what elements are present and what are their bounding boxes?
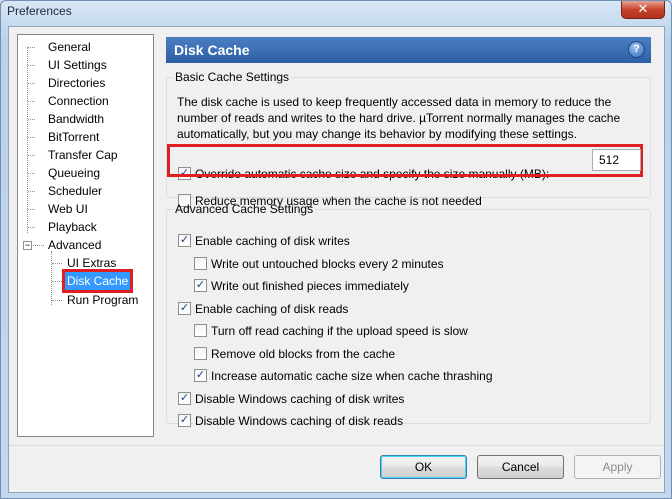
tree-item-label: Web UI [48,202,88,216]
tree-item-label: UI Settings [48,58,107,72]
advanced-cache-settings-legend: Advanced Cache Settings [175,202,314,216]
tree-item-label: Run Program [67,293,139,307]
tree-connector [28,83,35,84]
tree-connector [52,281,62,282]
tree-item-label: BitTorrent [48,130,100,144]
close-button[interactable]: ✕ [621,1,665,19]
disable-windows-read-caching-label: Disable Windows caching of disk reads [195,414,404,428]
disable-windows-read-caching-checkbox[interactable]: ✓ [178,414,191,427]
tree-item-label: Bandwidth [48,112,105,126]
tree-connector [52,263,62,264]
override-highlight-frame [167,144,643,177]
disable-windows-write-caching-checkbox[interactable]: ✓ [178,392,191,405]
tree-connector [28,65,35,66]
tree-line [27,47,28,233]
write-untouched-blocks-checkbox[interactable] [194,257,207,270]
tree-item-label: Transfer Cap [48,148,118,162]
preferences-window: Preferences ✕ General UI Settings Direct… [0,0,672,499]
write-untouched-blocks-option[interactable]: Write out untouched blocks every 2 minut… [194,256,574,272]
preferences-tree[interactable]: General UI Settings Directories Connecti… [17,34,154,437]
turn-off-read-caching-checkbox[interactable] [194,324,207,337]
tree-item-label: Directories [48,76,106,90]
tree-item-label: Advanced [48,238,102,252]
tree-connector [28,191,35,192]
increase-cache-size-checkbox[interactable]: ✓ [194,369,207,382]
button-separator [9,445,664,446]
tree-item-label: General [48,40,91,54]
tree-item-label: UI Extras [67,256,117,270]
cache-size-input[interactable] [592,149,641,171]
enable-read-caching-label: Enable caching of disk reads [195,302,349,316]
enable-read-caching-checkbox[interactable]: ✓ [178,302,191,315]
help-icon[interactable]: ? [628,41,645,58]
write-finished-pieces-checkbox[interactable]: ✓ [194,279,207,292]
window-title: Preferences [7,4,72,18]
remove-old-blocks-checkbox[interactable] [194,347,207,360]
apply-button[interactable]: Apply [574,455,661,479]
tree-connector [52,300,62,301]
enable-read-caching-option[interactable]: ✓ Enable caching of disk reads [178,301,558,317]
disable-windows-write-caching-label: Disable Windows caching of disk writes [195,392,405,406]
write-finished-pieces-option[interactable]: ✓ Write out finished pieces immediately [194,278,574,294]
tree-connector [28,47,35,48]
tree-item-label: Disk Cache [61,269,134,293]
tree-connector [28,227,35,228]
basic-cache-settings-legend: Basic Cache Settings [175,70,290,84]
title-bar[interactable]: Preferences ✕ [1,1,671,23]
dialog-client: General UI Settings Directories Connecti… [8,26,665,493]
basic-cache-settings-group: Basic Cache Settings The disk cache is u… [166,70,651,208]
cancel-button[interactable]: Cancel [477,455,564,479]
panel-header: Disk Cache ? [166,37,651,63]
tree-connector [28,173,35,174]
tree-item-label: Queueing [48,166,101,180]
tree-item-label: Playback [48,220,97,234]
tree-item-label: Scheduler [48,184,103,198]
tree-line [51,251,52,305]
disable-windows-read-caching-option[interactable]: ✓ Disable Windows caching of disk reads [178,413,558,429]
close-icon: ✕ [637,1,649,16]
cache-description: The disk cache is used to keep frequentl… [177,95,621,141]
tree-connector [28,119,35,120]
advanced-cache-settings-group: Advanced Cache Settings ✓ Enable caching… [166,202,651,428]
remove-old-blocks-label: Remove old blocks from the cache [211,347,396,361]
turn-off-read-caching-option[interactable]: Turn off read caching if the upload spee… [194,323,594,339]
tree-connector [28,101,35,102]
tree-connector [28,137,35,138]
panel-title: Disk Cache [174,42,250,58]
ok-button[interactable]: OK [380,455,467,479]
tree-connector [28,155,35,156]
tree-connector [28,209,35,210]
increase-cache-size-label: Increase automatic cache size when cache… [211,369,493,383]
disable-windows-write-caching-option[interactable]: ✓ Disable Windows caching of disk writes [178,391,558,407]
tree-item-label: Connection [48,94,109,108]
remove-old-blocks-option[interactable]: Remove old blocks from the cache [194,346,574,362]
write-untouched-blocks-label: Write out untouched blocks every 2 minut… [211,257,444,271]
enable-write-caching-option[interactable]: ✓ Enable caching of disk writes [178,233,558,249]
write-finished-pieces-label: Write out finished pieces immediately [211,279,409,293]
enable-write-caching-label: Enable caching of disk writes [195,234,350,248]
tree-connector [33,245,44,246]
enable-write-caching-checkbox[interactable]: ✓ [178,234,191,247]
turn-off-read-caching-label: Turn off read caching if the upload spee… [211,324,468,338]
increase-cache-size-option[interactable]: ✓ Increase automatic cache size when cac… [194,368,594,384]
collapse-icon[interactable]: − [23,241,32,250]
